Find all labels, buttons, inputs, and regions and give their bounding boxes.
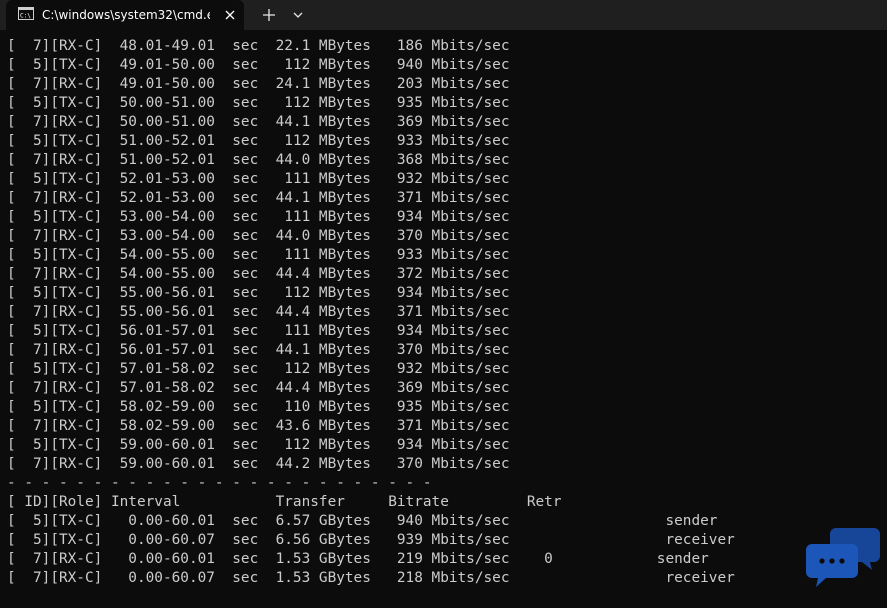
tab-title: C:\windows\system32\cmd.exe	[42, 8, 210, 22]
terminal-line: [ 7][RX-C] 0.00-60.07 sec 1.53 GBytes 21…	[7, 570, 735, 586]
terminal-line: [ 7][RX-C] 52.01-53.00 sec 44.1 MBytes 3…	[7, 190, 510, 206]
terminal-line: [ 5][TX-C] 52.01-53.00 sec 111 MBytes 93…	[7, 171, 510, 187]
terminal-line: [ 7][RX-C] 57.01-58.02 sec 44.4 MBytes 3…	[7, 380, 510, 396]
tab-cmd[interactable]: C:\ C:\windows\system32\cmd.exe	[6, 0, 244, 30]
terminal-line: [ 7][RX-C] 58.02-59.00 sec 43.6 MBytes 3…	[7, 418, 510, 434]
terminal-line: [ 5][TX-C] 59.00-60.01 sec 112 MBytes 93…	[7, 437, 510, 453]
terminal-line: [ ID][Role] Interval Transfer Bitrate Re…	[7, 494, 562, 510]
terminal-line: [ 5][TX-C] 50.00-51.00 sec 112 MBytes 93…	[7, 95, 510, 111]
terminal-line: [ 7][RX-C] 55.00-56.01 sec 44.4 MBytes 3…	[7, 304, 510, 320]
terminal-line: [ 5][TX-C] 55.00-56.01 sec 112 MBytes 93…	[7, 285, 510, 301]
terminal-line: [ 5][TX-C] 51.00-52.01 sec 112 MBytes 93…	[7, 133, 510, 149]
terminal-line: [ 5][TX-C] 53.00-54.00 sec 111 MBytes 93…	[7, 209, 510, 225]
terminal-line: [ 7][RX-C] 51.00-52.01 sec 44.0 MBytes 3…	[7, 152, 510, 168]
title-bar: C:\ C:\windows\system32\cmd.exe	[0, 0, 887, 30]
chat-bubbles-icon	[806, 528, 880, 587]
terminal-line: [ 7][RX-C] 59.00-60.01 sec 44.2 MBytes 3…	[7, 456, 510, 472]
terminal-window: C:\ C:\windows\system32\cmd.exe [ 7][RX-…	[0, 0, 887, 608]
terminal-line: [ 7][RX-C] 0.00-60.01 sec 1.53 GBytes 21…	[7, 551, 709, 567]
terminal-line: - - - - - - - - - - - - - - - - - - - - …	[7, 475, 432, 491]
plus-icon[interactable]	[257, 3, 281, 27]
terminal-output[interactable]: [ 7][RX-C] 48.01-49.01 sec 22.1 MBytes 1…	[7, 37, 867, 588]
terminal-line: [ 5][TX-C] 0.00-60.07 sec 6.56 GBytes 93…	[7, 532, 735, 548]
terminal-line: [ 7][RX-C] 56.01-57.01 sec 44.1 MBytes 3…	[7, 342, 510, 358]
terminal-line: [ 5][TX-C] 54.00-55.00 sec 111 MBytes 93…	[7, 247, 510, 263]
terminal-line: [ 5][TX-C] 56.01-57.01 sec 111 MBytes 93…	[7, 323, 510, 339]
chevron-down-icon[interactable]	[287, 3, 309, 27]
terminal-line: [ 5][TX-C] 58.02-59.00 sec 110 MBytes 93…	[7, 399, 510, 415]
terminal-line: [ 5][TX-C] 49.01-50.00 sec 112 MBytes 94…	[7, 57, 510, 73]
terminal-line: [ 5][TX-C] 0.00-60.01 sec 6.57 GBytes 94…	[7, 513, 718, 529]
terminal-line: [ 7][RX-C] 49.01-50.00 sec 24.1 MBytes 2…	[7, 76, 510, 92]
terminal-line: [ 7][RX-C] 53.00-54.00 sec 44.0 MBytes 3…	[7, 228, 510, 244]
terminal-line: [ 5][TX-C] 57.01-58.02 sec 112 MBytes 93…	[7, 361, 510, 377]
console-icon: C:\	[18, 7, 34, 20]
svg-text:C:\: C:\	[20, 13, 31, 20]
terminal-line: [ 7][RX-C] 50.00-51.00 sec 44.1 MBytes 3…	[7, 114, 510, 130]
terminal-line: [ 7][RX-C] 54.00-55.00 sec 44.4 MBytes 3…	[7, 266, 510, 282]
close-icon[interactable]	[220, 5, 240, 25]
terminal-line: [ 7][RX-C] 48.01-49.01 sec 22.1 MBytes 1…	[7, 38, 510, 54]
